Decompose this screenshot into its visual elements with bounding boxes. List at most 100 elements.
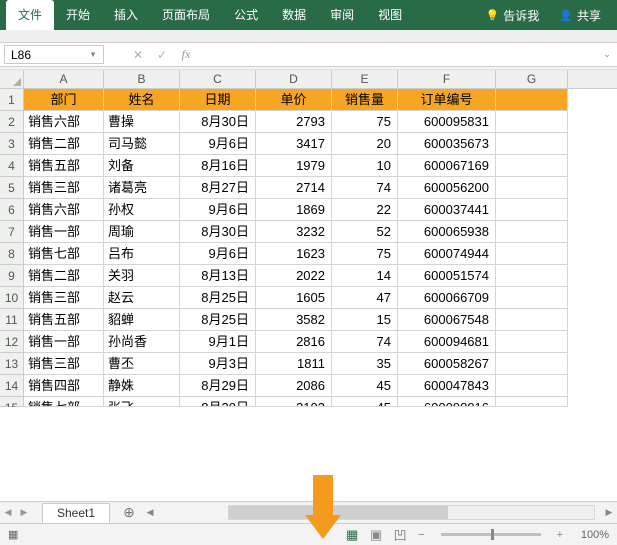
cell[interactable]: 2086 (256, 375, 332, 397)
cell[interactable]: 45 (332, 397, 398, 407)
cell[interactable]: 诸葛亮 (104, 177, 180, 199)
cell[interactable] (496, 309, 568, 331)
cell[interactable]: 2816 (256, 331, 332, 353)
row-header[interactable]: 7 (0, 221, 24, 243)
cell[interactable]: 600051574 (398, 265, 496, 287)
cell[interactable]: 1623 (256, 243, 332, 265)
sheet-nav-next-icon[interactable]: ▶ (16, 507, 32, 518)
cell[interactable]: 9月6日 (180, 243, 256, 265)
cell[interactable]: 8月30日 (180, 397, 256, 407)
cell[interactable]: 600098016 (398, 397, 496, 407)
cell[interactable]: 3417 (256, 133, 332, 155)
cell[interactable]: 9月6日 (180, 133, 256, 155)
cell[interactable]: 姓名 (104, 89, 180, 111)
cell[interactable]: 销售二部 (24, 265, 104, 287)
cell[interactable] (496, 397, 568, 407)
cell[interactable]: 52 (332, 221, 398, 243)
cell[interactable] (496, 353, 568, 375)
cell[interactable]: 47 (332, 287, 398, 309)
col-header[interactable]: A (24, 70, 104, 88)
row-header[interactable]: 5 (0, 177, 24, 199)
cell[interactable]: 600095831 (398, 111, 496, 133)
page-layout-view-icon[interactable]: ▣ (365, 527, 387, 543)
col-header[interactable]: E (332, 70, 398, 88)
cell[interactable]: 600094681 (398, 331, 496, 353)
cell[interactable] (496, 287, 568, 309)
row-header[interactable]: 8 (0, 243, 24, 265)
cell[interactable]: 销售一部 (24, 221, 104, 243)
cell[interactable] (496, 89, 568, 111)
cell[interactable]: 600047843 (398, 375, 496, 397)
cell[interactable]: 22 (332, 199, 398, 221)
row-header[interactable]: 1 (0, 89, 24, 111)
cell[interactable]: 吕布 (104, 243, 180, 265)
col-header[interactable]: D (256, 70, 332, 88)
cell[interactable]: 张飞 (104, 397, 180, 407)
cell[interactable]: 8月29日 (180, 375, 256, 397)
tab-file[interactable]: 文件 (6, 0, 54, 30)
cell[interactable]: 销售六部 (24, 111, 104, 133)
cell[interactable]: 刘备 (104, 155, 180, 177)
share-button[interactable]: 共享 (549, 7, 611, 24)
tab-data[interactable]: 数据 (270, 0, 318, 30)
cell[interactable]: 8月16日 (180, 155, 256, 177)
cell[interactable]: 销售三部 (24, 353, 104, 375)
cell[interactable]: 8月27日 (180, 177, 256, 199)
col-header[interactable]: F (398, 70, 496, 88)
row-header[interactable]: 13 (0, 353, 24, 375)
cell[interactable]: 3232 (256, 221, 332, 243)
zoom-in-button[interactable]: + (551, 529, 569, 541)
cell[interactable]: 销售七部 (24, 397, 104, 407)
cell[interactable]: 关羽 (104, 265, 180, 287)
cell[interactable]: 8月30日 (180, 221, 256, 243)
cell[interactable]: 貂蝉 (104, 309, 180, 331)
cell[interactable]: 75 (332, 111, 398, 133)
cell[interactable]: 600037441 (398, 199, 496, 221)
cell[interactable]: 订单编号 (398, 89, 496, 111)
cell[interactable]: 销售六部 (24, 199, 104, 221)
zoom-out-button[interactable]: − (412, 529, 430, 541)
cell[interactable] (496, 331, 568, 353)
tell-me[interactable]: 告诉我 (476, 7, 550, 24)
cell[interactable]: 9月3日 (180, 353, 256, 375)
row-header[interactable]: 14 (0, 375, 24, 397)
tab-page-layout[interactable]: 页面布局 (150, 0, 222, 30)
cell[interactable]: 8月13日 (180, 265, 256, 287)
cell[interactable]: 静姝 (104, 375, 180, 397)
page-break-view-icon[interactable]: 凹 (389, 525, 411, 544)
row-header[interactable]: 15 (0, 397, 24, 407)
cell[interactable]: 20 (332, 133, 398, 155)
cell[interactable]: 周瑜 (104, 221, 180, 243)
cell[interactable]: 赵云 (104, 287, 180, 309)
name-box[interactable]: L86 ▼ (4, 45, 104, 64)
tab-insert[interactable]: 插入 (102, 0, 150, 30)
cell[interactable]: 74 (332, 331, 398, 353)
normal-view-icon[interactable]: ▦ (341, 527, 363, 543)
zoom-value[interactable]: 100% (569, 529, 609, 541)
horizontal-scrollbar[interactable] (228, 505, 595, 520)
cell[interactable]: 8月25日 (180, 287, 256, 309)
cell[interactable]: 10 (332, 155, 398, 177)
cell[interactable]: 600067548 (398, 309, 496, 331)
sheet-tab[interactable]: Sheet1 (42, 503, 110, 523)
cell[interactable]: 1869 (256, 199, 332, 221)
cell[interactable]: 孙尚香 (104, 331, 180, 353)
sheet-nav-prev-icon[interactable]: ◀ (0, 507, 16, 518)
cell[interactable]: 35 (332, 353, 398, 375)
cell[interactable] (496, 375, 568, 397)
cell[interactable]: 15 (332, 309, 398, 331)
cell[interactable]: 600074944 (398, 243, 496, 265)
cell[interactable]: 销售七部 (24, 243, 104, 265)
cell[interactable]: 8月25日 (180, 309, 256, 331)
cell[interactable] (496, 243, 568, 265)
cell[interactable] (496, 265, 568, 287)
fx-icon[interactable]: fx (174, 47, 198, 62)
cell[interactable]: 司马懿 (104, 133, 180, 155)
row-header[interactable]: 4 (0, 155, 24, 177)
cell[interactable]: 9月6日 (180, 199, 256, 221)
cell[interactable]: 75 (332, 243, 398, 265)
tab-formulas[interactable]: 公式 (222, 0, 270, 30)
cell[interactable]: 600035673 (398, 133, 496, 155)
cell[interactable]: 销售三部 (24, 177, 104, 199)
cell[interactable] (496, 155, 568, 177)
